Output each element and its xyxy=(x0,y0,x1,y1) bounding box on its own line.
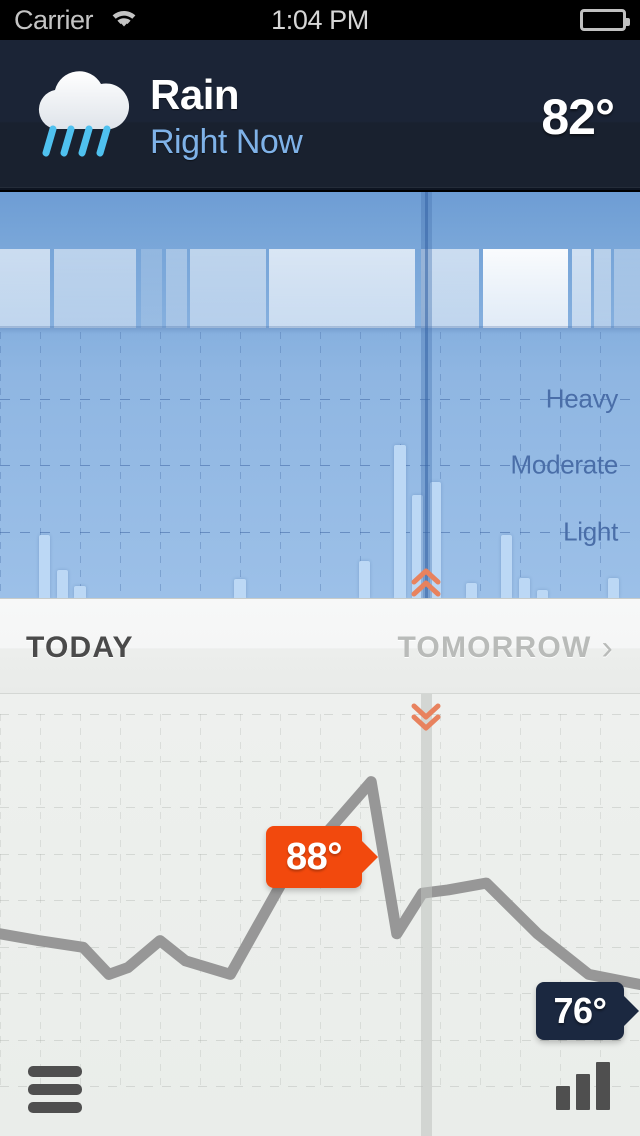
precipitation-plot-area: Heavy Moderate Light xyxy=(0,332,640,598)
bottom-toolbar xyxy=(0,1040,640,1136)
cloud-cover-band xyxy=(0,249,640,334)
precip-bar xyxy=(358,561,370,598)
precip-bar xyxy=(38,534,50,598)
precip-level-label: Moderate xyxy=(510,449,619,480)
precip-bar xyxy=(74,586,86,598)
chevron-right-icon: › xyxy=(601,629,614,667)
precip-bar xyxy=(465,583,477,598)
low-temp-badge: 76° xyxy=(536,982,624,1040)
precip-bar xyxy=(536,590,548,598)
timeframe-label: Right Now xyxy=(150,123,303,161)
menu-line xyxy=(28,1084,82,1095)
chevron-double-up-icon[interactable] xyxy=(409,565,443,598)
precip-bar xyxy=(234,579,246,598)
gridline-horizontal xyxy=(0,531,640,533)
chart-bar xyxy=(596,1062,610,1110)
cloud-cover-block xyxy=(571,249,591,328)
precip-bar xyxy=(607,578,619,598)
current-conditions-header[interactable]: Rain Right Now 82° xyxy=(0,40,640,190)
tab-tomorrow-label: TOMORROW xyxy=(397,631,592,664)
menu-line xyxy=(28,1066,82,1077)
cloud-cover-block xyxy=(593,249,612,328)
cloud-cover-block xyxy=(165,249,187,328)
precip-bar xyxy=(394,445,406,598)
cloud-cover-block xyxy=(54,249,136,328)
precipitation-chart[interactable]: Heavy Moderate Light xyxy=(0,192,640,598)
cloud-cover-block xyxy=(140,249,162,328)
now-time-indicator xyxy=(420,192,432,598)
tab-tomorrow[interactable]: TOMORROW › xyxy=(397,631,614,665)
precip-level-label: Heavy xyxy=(545,383,619,413)
status-bar: Carrier 1:04 PM xyxy=(0,0,640,40)
current-temperature: 82° xyxy=(541,89,615,145)
cloud-cover-block xyxy=(614,249,640,328)
cloud-cover-block xyxy=(0,249,50,328)
condition-label: Rain xyxy=(150,71,240,118)
precip-bar xyxy=(56,570,68,598)
cloud-cover-block xyxy=(190,249,266,328)
precip-bar xyxy=(501,534,513,598)
status-bar-right xyxy=(580,9,630,31)
hamburger-menu-icon[interactable] xyxy=(28,1066,82,1113)
rain-cloud-icon xyxy=(28,67,133,167)
chart-bar xyxy=(576,1074,590,1110)
day-selector-bar: TODAY TOMORROW › xyxy=(0,598,640,694)
clock-label: 1:04 PM xyxy=(271,4,369,35)
cloud-cover-block xyxy=(268,249,415,328)
now-line-core xyxy=(424,192,428,598)
sky-band xyxy=(0,192,640,249)
battery-full-icon xyxy=(580,9,630,31)
high-temp-badge: 88° xyxy=(266,826,362,888)
cloud-cover-block xyxy=(483,249,569,328)
condition-text-group: Rain Right Now xyxy=(150,70,303,164)
menu-line xyxy=(28,1102,82,1113)
precip-bar xyxy=(518,578,530,598)
chart-bar xyxy=(556,1086,570,1110)
bar-chart-icon[interactable] xyxy=(556,1062,612,1110)
tab-today[interactable]: TODAY xyxy=(26,631,134,665)
chevron-double-down-icon[interactable] xyxy=(409,702,443,732)
weather-app-screen: Carrier 1:04 PM Rain Right Now 82° Heavy… xyxy=(0,0,640,1136)
precip-level-label: Light xyxy=(563,516,618,546)
